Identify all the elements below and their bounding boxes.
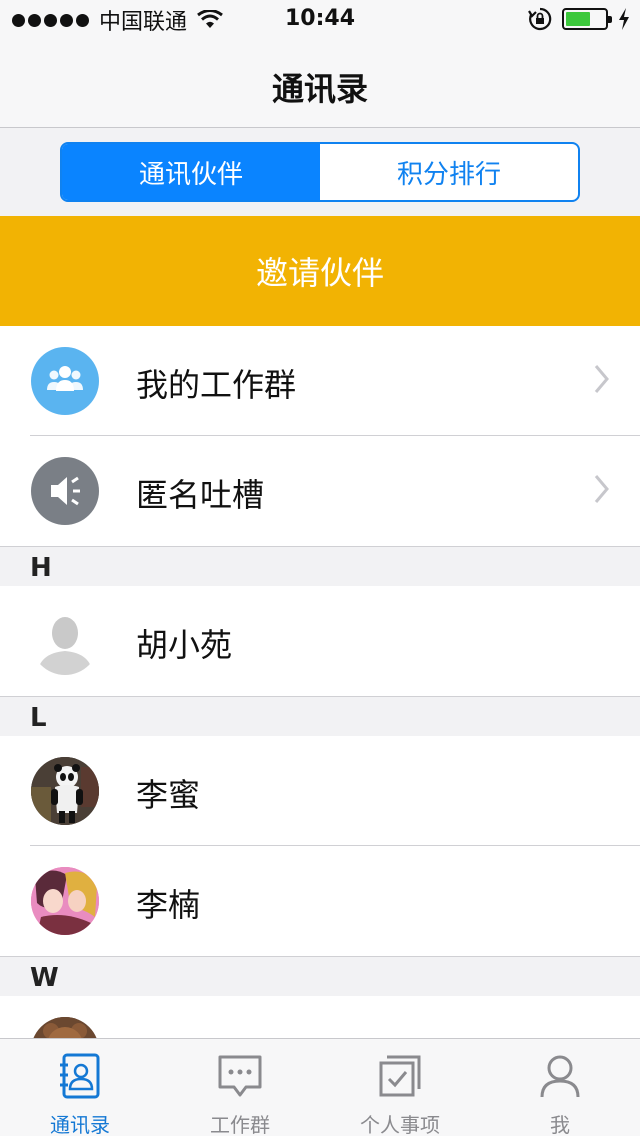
list-item-label: 我的工作群: [136, 366, 297, 404]
contacts-icon: [60, 1053, 100, 1099]
group-icon: [31, 347, 99, 415]
status-bar: 中国联通 10:44: [0, 0, 640, 40]
panda-avatar: [31, 757, 99, 825]
contact-row[interactable]: 李蜜: [0, 736, 640, 846]
tab-me[interactable]: 我: [480, 1039, 640, 1136]
tab-label: 通讯录: [50, 1113, 110, 1136]
segment-ranking[interactable]: 积分排行: [320, 144, 578, 200]
default-avatar: [31, 607, 99, 675]
invite-partner-button[interactable]: 邀请伙伴: [0, 216, 640, 326]
tab-personal-items[interactable]: 个人事项: [320, 1039, 480, 1136]
section-letter: H: [30, 553, 52, 583]
segment-contacts[interactable]: 通讯伙伴: [62, 144, 320, 200]
contact-row[interactable]: 胡小苑: [0, 586, 640, 696]
person-icon: [540, 1055, 580, 1098]
chevron-right-icon: [594, 365, 609, 393]
rotation-lock-icon: [528, 7, 552, 31]
chevron-right-icon: [594, 475, 609, 503]
tab-bar: 通讯录 工作群 个人事项 我: [0, 1038, 640, 1136]
list-item-work-groups[interactable]: 我的工作群: [0, 326, 640, 436]
anime-avatar: [31, 867, 99, 935]
section-header-w: W: [0, 956, 640, 996]
tab-contacts[interactable]: 通讯录: [0, 1039, 160, 1136]
section-letter: L: [30, 703, 47, 733]
contact-row[interactable]: 李楠: [0, 846, 640, 956]
contact-name: 李楠: [136, 886, 201, 924]
tab-label: 工作群: [210, 1113, 270, 1136]
page-title: 通讯录: [271, 70, 368, 108]
tab-work-groups[interactable]: 工作群: [160, 1039, 320, 1136]
battery-icon: [562, 8, 612, 30]
speaker-icon: [31, 457, 99, 525]
contact-name: 胡小苑: [136, 626, 233, 664]
section-letter: W: [30, 963, 59, 993]
segmented-control: 通讯伙伴 积分排行: [60, 142, 580, 202]
section-header-h: H: [0, 546, 640, 586]
navigation-bar: 通讯录: [0, 40, 640, 128]
tab-label: 我: [550, 1113, 570, 1136]
charging-icon: [619, 8, 629, 30]
chat-icon: [218, 1055, 262, 1097]
list-item-label: 匿名吐槽: [136, 476, 265, 514]
segment-area: 通讯伙伴 积分排行: [0, 129, 640, 215]
contact-name: 李蜜: [136, 776, 201, 814]
tab-label: 个人事项: [360, 1113, 440, 1136]
section-header-l: L: [0, 696, 640, 736]
list-item-anonymous[interactable]: 匿名吐槽: [0, 436, 640, 546]
todo-icon: [379, 1055, 421, 1097]
